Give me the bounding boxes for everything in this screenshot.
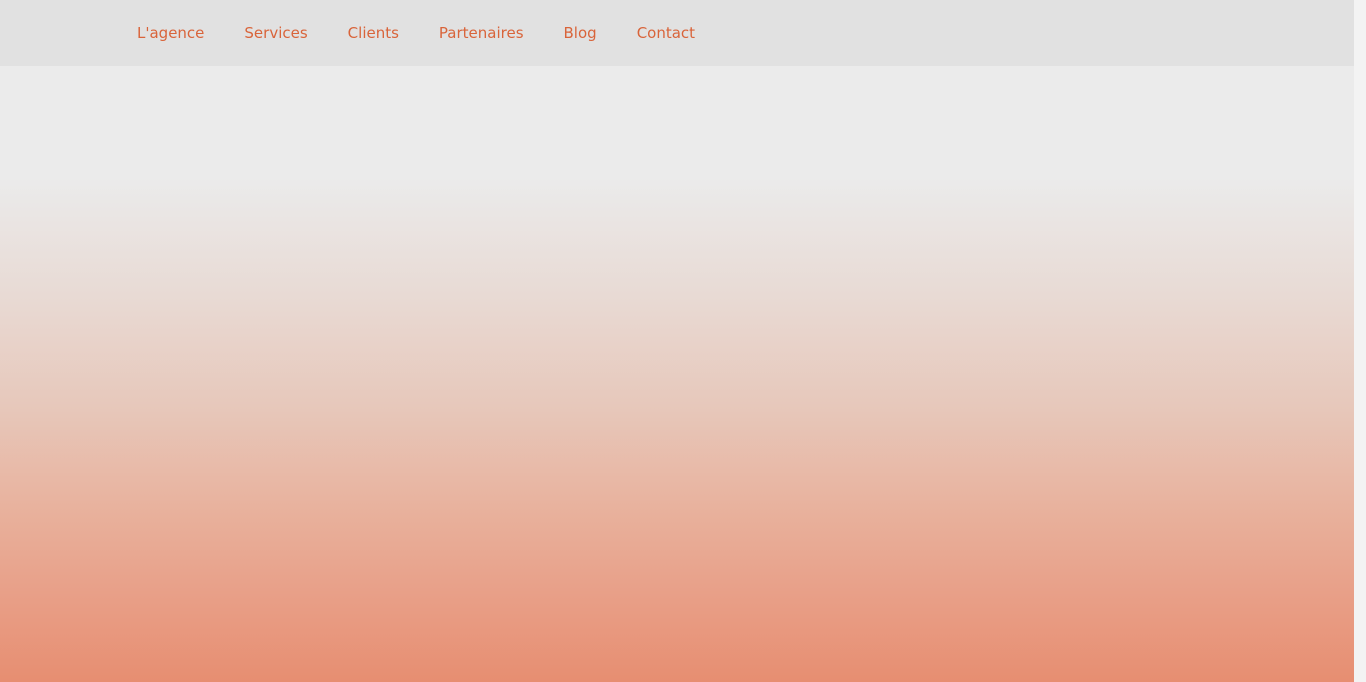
hero-background (0, 66, 1354, 682)
nav-link-agence[interactable]: L'agence (137, 25, 204, 41)
nav-link-contact[interactable]: Contact (637, 25, 695, 41)
nav-link-partenaires[interactable]: Partenaires (439, 25, 524, 41)
nav-link-blog[interactable]: Blog (564, 25, 597, 41)
main-menu: L'agence Services Clients Partenaires Bl… (137, 0, 695, 66)
nav-link-clients[interactable]: Clients (348, 25, 399, 41)
top-navigation-bar: L'agence Services Clients Partenaires Bl… (0, 0, 1354, 66)
scrollbar-track[interactable] (1354, 0, 1366, 682)
nav-link-services[interactable]: Services (244, 25, 307, 41)
